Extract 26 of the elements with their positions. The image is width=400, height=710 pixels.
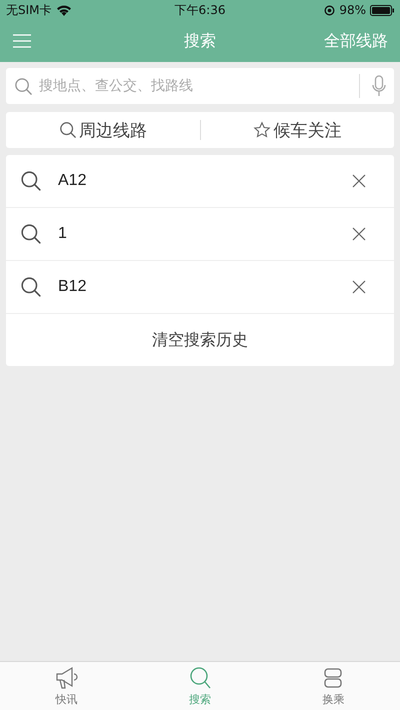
clock-text: 下午6:36	[174, 2, 226, 18]
search-icon	[14, 76, 33, 96]
tab-bar-item[interactable]: 换乘	[266, 662, 400, 710]
history-item[interactable]: A12	[58, 172, 352, 190]
history-item[interactable]: 1	[58, 225, 352, 243]
search-bar[interactable]: 搜地点、查公交、找路线	[6, 68, 394, 104]
search-field[interactable]: 搜地点、查公交、找路线	[37, 77, 347, 95]
segment-button[interactable]: 候车关注	[200, 118, 394, 142]
history-item[interactable]: B12	[58, 278, 352, 296]
page-title: 搜索	[184, 30, 216, 52]
star-icon	[253, 121, 272, 139]
search-icon	[58, 121, 77, 139]
search-icon	[20, 276, 42, 298]
tab-bar-item[interactable]: 快讯	[0, 662, 134, 710]
clear-history-button[interactable]: 清空搜索历史	[6, 314, 394, 366]
megaphone-icon	[54, 666, 80, 690]
battery-text: 98%	[339, 3, 366, 17]
wifi-icon	[56, 4, 72, 16]
close-icon[interactable]	[352, 227, 366, 241]
search-icon	[20, 223, 42, 245]
search-icon	[20, 170, 42, 192]
close-icon[interactable]	[352, 174, 366, 188]
battery-icon	[370, 4, 394, 16]
close-icon[interactable]	[352, 280, 366, 294]
segment-button[interactable]: 周边线路	[6, 118, 200, 142]
carrier-text: 无SIM卡	[6, 2, 52, 18]
